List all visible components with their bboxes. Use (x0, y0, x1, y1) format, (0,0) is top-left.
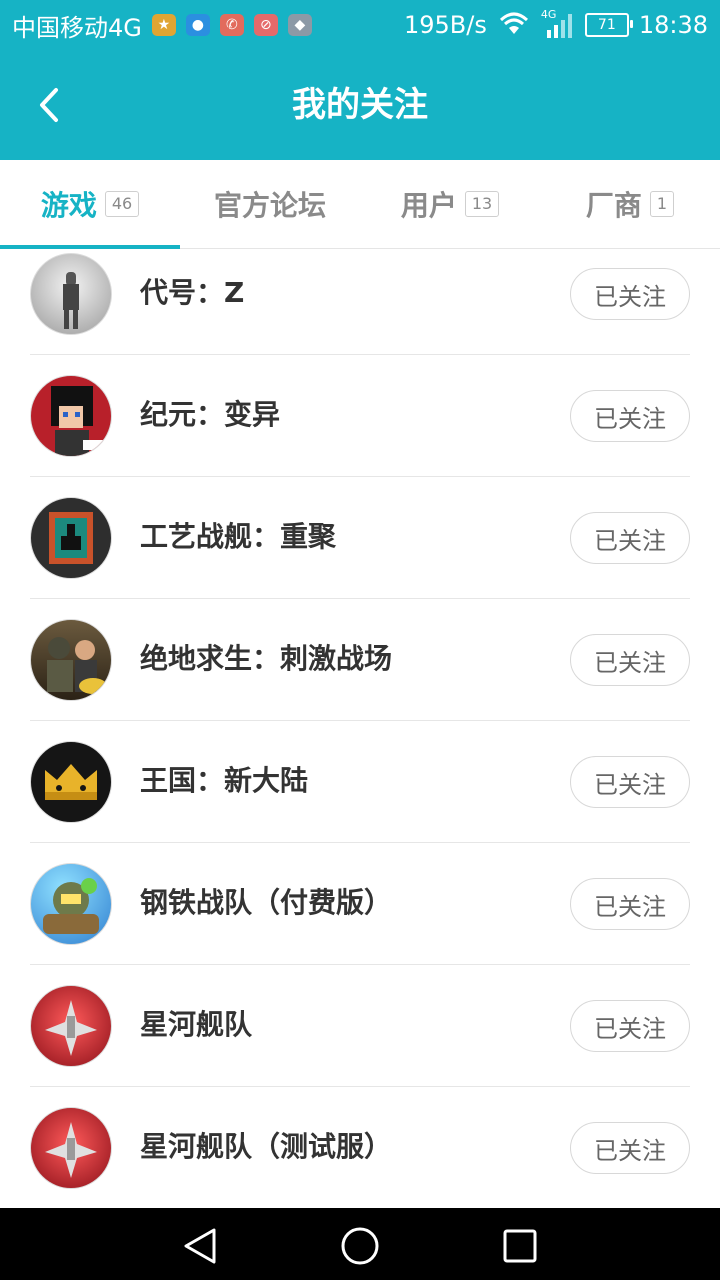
clock: 18:38 (638, 11, 708, 39)
tab-official-forum[interactable]: 官方论坛 (180, 160, 360, 248)
followed-games-list[interactable]: 代号：Z 已关注 纪元：变异 已关注 工艺战舰：重聚 已关注 绝地求生：刺激战场… (0, 249, 720, 1208)
tab-games[interactable]: 游戏 46 (0, 160, 180, 249)
shield-icon: ◆ (287, 14, 312, 36)
square-recents-icon (503, 1229, 537, 1263)
list-item[interactable]: 绝地求生：刺激战场 已关注 (30, 598, 690, 721)
app-bar: 我的关注 (0, 50, 720, 160)
tab-label: 官方论坛 (213, 189, 326, 222)
list-item[interactable]: 钢铁战队（付费版） 已关注 (30, 842, 690, 965)
network-speed: 195B/s (403, 11, 487, 39)
recents-nav-button[interactable] (500, 1226, 540, 1266)
wifi-icon (497, 10, 531, 40)
game-name: 工艺战舰：重聚 (140, 520, 337, 553)
game-avatar (30, 619, 112, 701)
game-avatar (30, 741, 112, 823)
back-button[interactable] (28, 80, 68, 130)
game-avatar (30, 375, 112, 457)
followed-button[interactable]: 已关注 (570, 878, 690, 930)
followed-button[interactable]: 已关注 (570, 756, 690, 808)
game-name: 绝地求生：刺激战场 (140, 642, 393, 675)
followed-button[interactable]: 已关注 (570, 634, 690, 686)
followed-button[interactable]: 已关注 (570, 512, 690, 564)
game-name: 星河舰队 (140, 1008, 253, 1041)
tab-bar: 游戏 46 官方论坛 用户 13 厂商 1 (0, 160, 720, 249)
battery-icon: 71 (584, 13, 633, 37)
list-item[interactable]: 星河舰队（测试服） 已关注 (30, 1086, 690, 1208)
blocked-icon: ⊘ (253, 14, 278, 36)
tab-label: 用户 (400, 189, 457, 222)
message-icon: ● (185, 14, 210, 36)
list-item[interactable]: 纪元：变异 已关注 (30, 354, 690, 477)
tab-label: 厂商 (585, 189, 642, 222)
game-name: 代号：Z (140, 276, 245, 309)
page-title: 我的关注 (292, 85, 428, 125)
tab-count-badge: 46 (104, 191, 140, 217)
chevron-left-icon (40, 88, 58, 122)
status-bar: 中国移动4G ★ ● ✆ ⊘ ◆ 195B/s 4G 71 18:38 (0, 0, 720, 50)
followed-button[interactable]: 已关注 (570, 1000, 690, 1052)
list-item[interactable]: 代号：Z 已关注 (30, 249, 690, 355)
followed-button[interactable]: 已关注 (570, 390, 690, 442)
carrier-label: 中国移动4G (12, 13, 142, 42)
followed-button[interactable]: 已关注 (570, 1122, 690, 1174)
game-avatar (30, 985, 112, 1067)
game-name: 钢铁战队（付费版） (140, 886, 393, 919)
home-nav-button[interactable] (340, 1226, 380, 1266)
followed-button[interactable]: 已关注 (570, 268, 690, 320)
missed-call-icon: ✆ (219, 14, 244, 36)
list-item[interactable]: 王国：新大陆 已关注 (30, 720, 690, 843)
game-avatar (30, 253, 112, 335)
tab-count-badge: 13 (464, 191, 500, 217)
signal-icon: 4G (541, 8, 575, 40)
tab-count-badge: 1 (649, 191, 675, 217)
game-avatar (30, 497, 112, 579)
tab-label: 游戏 (40, 189, 97, 222)
tab-vendors[interactable]: 厂商 1 (540, 160, 720, 248)
game-name: 星河舰队（测试服） (140, 1130, 393, 1163)
triangle-back-icon (184, 1228, 216, 1264)
game-name: 纪元：变异 (140, 398, 281, 431)
game-avatar (30, 863, 112, 945)
tab-users[interactable]: 用户 13 (360, 160, 540, 248)
system-nav-bar (0, 1208, 720, 1280)
back-nav-button[interactable] (180, 1226, 220, 1266)
game-avatar (30, 1107, 112, 1189)
list-item[interactable]: 工艺战舰：重聚 已关注 (30, 476, 690, 599)
notification-app-icon: ★ (151, 14, 176, 36)
circle-home-icon (341, 1227, 379, 1265)
list-item[interactable]: 星河舰队 已关注 (30, 964, 690, 1087)
game-name: 王国：新大陆 (140, 764, 309, 797)
